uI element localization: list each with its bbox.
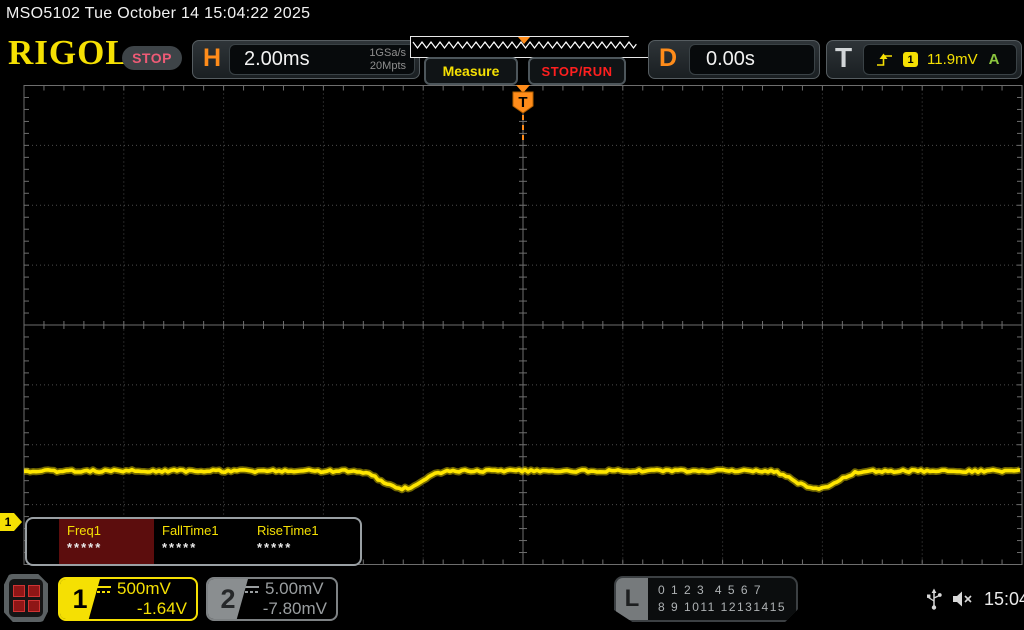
measurement-item-risetime1[interactable]: RiseTime1 ***** bbox=[249, 519, 344, 564]
measurement-label: Freq1 bbox=[67, 523, 101, 538]
delay-value: 0.00s bbox=[706, 48, 755, 70]
measurement-item-falltime1[interactable]: FallTime1 ***** bbox=[154, 519, 249, 564]
edge-trigger-icon bbox=[877, 53, 892, 66]
measurement-value: ***** bbox=[162, 540, 198, 555]
dc-coupling-icon bbox=[97, 585, 111, 593]
channel-2-offset: -7.80mV bbox=[262, 599, 327, 618]
measurement-label: RiseTime1 bbox=[257, 523, 319, 538]
sample-rate: 1GSa/s bbox=[369, 46, 406, 59]
menu-button[interactable] bbox=[4, 574, 48, 622]
usb-icon bbox=[927, 588, 942, 610]
channel-2-values: 5.00mV -7.80mV bbox=[245, 579, 336, 619]
measure-button[interactable]: Measure bbox=[424, 57, 518, 85]
measurement-value: ***** bbox=[67, 540, 103, 555]
channel-1-number: 1 bbox=[60, 579, 100, 619]
horizontal-delay-panel[interactable]: D 0.00s bbox=[648, 40, 820, 79]
trigger-inset: 1 11.9mV A bbox=[863, 44, 1017, 75]
h-label: H bbox=[203, 44, 222, 72]
channel-1-values: 500mV -1.64V bbox=[97, 579, 196, 619]
menu-grid-icon bbox=[9, 579, 43, 617]
d-label: D bbox=[659, 44, 678, 72]
preview-zigzag bbox=[412, 37, 643, 49]
acquisition-state-badge: STOP bbox=[122, 46, 182, 70]
timebase-inset: 2.00ms 1GSa/s 20Mpts bbox=[229, 44, 415, 75]
channel-2-badge[interactable]: 2 5.00mV -7.80mV bbox=[206, 577, 338, 621]
channel-1-level-tag[interactable]: 1 bbox=[0, 513, 22, 531]
channel-2-scale: 5.00mV bbox=[265, 579, 324, 598]
measurement-value: ***** bbox=[257, 540, 293, 555]
channel-2-number: 2 bbox=[208, 579, 248, 619]
channel-1-badge[interactable]: 1 500mV -1.64V bbox=[58, 577, 198, 621]
samplerate-memdepth: 1GSa/s 20Mpts bbox=[369, 47, 414, 72]
logic-channels: 0 1 2 3 4 5 6 7 8 9 1011 12131415 bbox=[648, 578, 797, 620]
trigger-sweep-mode: A bbox=[988, 51, 1000, 68]
channel-1-offset: -1.64V bbox=[136, 599, 187, 618]
delay-inset: 0.00s bbox=[689, 44, 815, 75]
graticule: T1 bbox=[0, 85, 1023, 565]
clock: 15:04 bbox=[984, 588, 1024, 609]
model-and-datetime: MSO5102 Tue October 14 15:04:22 2025 bbox=[6, 5, 311, 22]
channel-1-scale: 500mV bbox=[117, 579, 171, 598]
timebase-value: 2.00ms bbox=[244, 48, 310, 70]
rigol-logo: RIGOL bbox=[8, 33, 130, 72]
measurement-results-box: Freq1 ***** FallTime1 ***** RiseTime1 **… bbox=[25, 517, 362, 566]
waveform-preview-strip[interactable] bbox=[410, 36, 650, 58]
trigger-source-badge: 1 bbox=[903, 52, 918, 67]
stop-run-button[interactable]: STOP/RUN bbox=[528, 57, 626, 85]
measurement-box-lead bbox=[27, 519, 59, 564]
dc-coupling-icon bbox=[245, 585, 259, 593]
measurement-label: FallTime1 bbox=[162, 523, 219, 538]
svg-text:1: 1 bbox=[5, 515, 12, 529]
t-label: T bbox=[835, 42, 853, 73]
trigger-level-value: 11.9mV bbox=[927, 51, 978, 68]
memory-depth: 20Mpts bbox=[369, 59, 406, 72]
measurement-item-freq1[interactable]: Freq1 ***** bbox=[59, 519, 154, 564]
horizontal-timebase-panel[interactable]: H 2.00ms 1GSa/s 20Mpts bbox=[192, 40, 420, 79]
svg-text:T: T bbox=[518, 94, 527, 111]
trigger-panel[interactable]: T 1 11.9mV A bbox=[826, 40, 1022, 79]
title-bar: MSO5102 Tue October 14 15:04:22 2025 bbox=[0, 0, 1024, 30]
speaker-muted-icon[interactable] bbox=[952, 590, 974, 608]
logic-analyzer-badge[interactable]: L 0 1 2 3 4 5 6 7 8 9 1011 12131415 bbox=[614, 576, 799, 622]
logic-row-2: 8 9 1011 12131415 bbox=[658, 600, 787, 615]
logic-row-1: 0 1 2 3 4 5 6 7 bbox=[658, 583, 763, 597]
oscilloscope-screen: MSO5102 Tue October 14 15:04:22 2025 RIG… bbox=[0, 0, 1024, 630]
logic-label: L bbox=[616, 578, 648, 620]
